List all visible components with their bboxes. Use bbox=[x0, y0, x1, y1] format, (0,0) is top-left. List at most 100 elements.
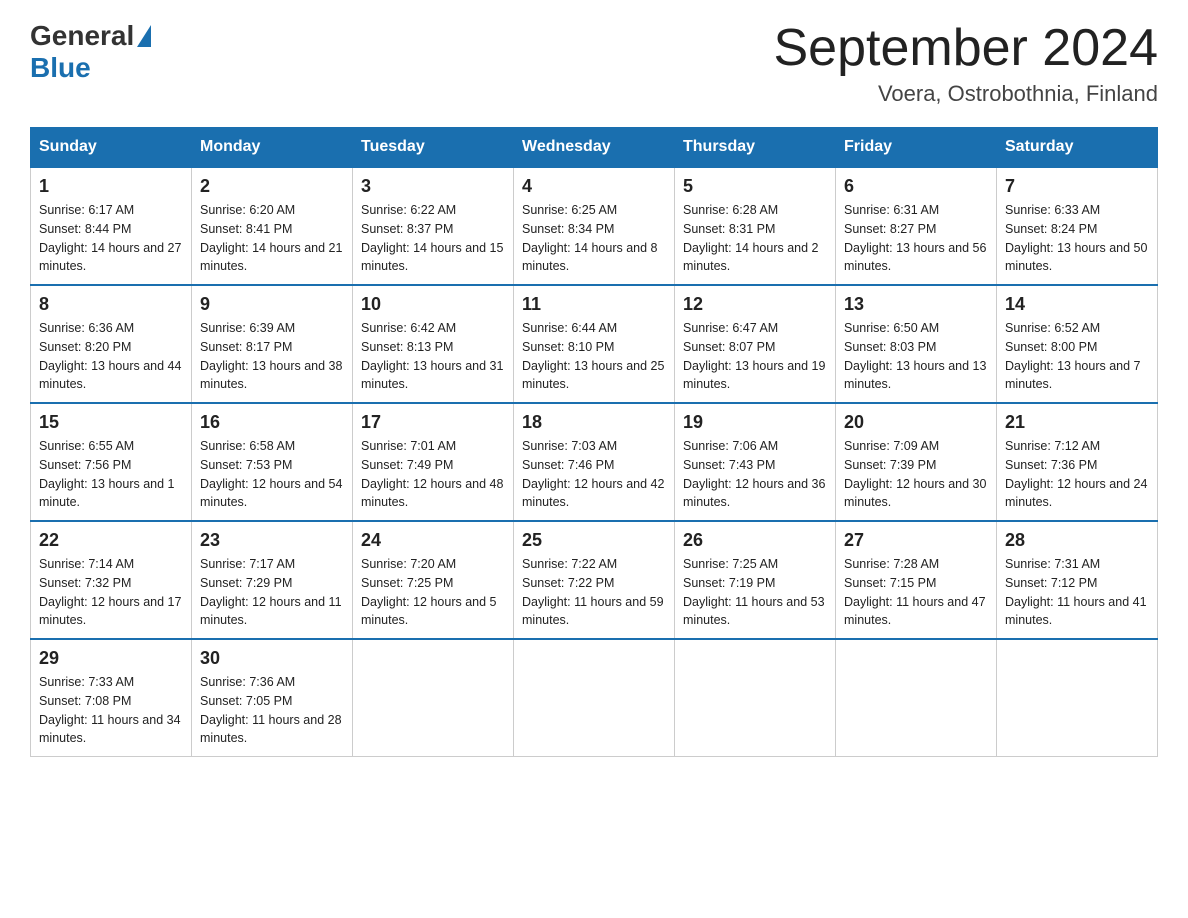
location-title: Voera, Ostrobothnia, Finland bbox=[774, 81, 1159, 107]
day-info: Sunrise: 7:03 AMSunset: 7:46 PMDaylight:… bbox=[522, 437, 666, 512]
calendar-day-cell: 28 Sunrise: 7:31 AMSunset: 7:12 PMDayligh… bbox=[997, 521, 1158, 639]
calendar-day-cell: 16Sunrise: 6:58 AMSunset: 7:53 PMDayligh… bbox=[192, 403, 353, 521]
day-number: 18 bbox=[522, 412, 666, 433]
calendar-day-cell bbox=[353, 639, 514, 757]
day-number: 20 bbox=[844, 412, 988, 433]
day-info: Sunrise: 6:33 AMSunset: 8:24 PMDaylight:… bbox=[1005, 201, 1149, 276]
calendar-day-cell bbox=[514, 639, 675, 757]
calendar-day-cell: 21 Sunrise: 7:12 AMSunset: 7:36 PMDayligh… bbox=[997, 403, 1158, 521]
calendar-header-monday: Monday bbox=[192, 128, 353, 168]
calendar-day-cell: 10 Sunrise: 6:42 AMSunset: 8:13 PMDayligh… bbox=[353, 285, 514, 403]
day-info: Sunrise: 7:28 AMSunset: 7:15 PMDaylight:… bbox=[844, 555, 988, 630]
calendar-day-cell: 17Sunrise: 7:01 AMSunset: 7:49 PMDayligh… bbox=[353, 403, 514, 521]
page-header: General Blue September 2024 Voera, Ostro… bbox=[30, 20, 1158, 107]
day-info: Sunrise: 6:39 AMSunset: 8:17 PMDaylight:… bbox=[200, 319, 344, 394]
day-number: 23 bbox=[200, 530, 344, 551]
day-number: 4 bbox=[522, 176, 666, 197]
day-info: Sunrise: 6:50 AMSunset: 8:03 PMDaylight:… bbox=[844, 319, 988, 394]
calendar-week-row: 8 Sunrise: 6:36 AMSunset: 8:20 PMDaylight… bbox=[31, 285, 1158, 403]
day-number: 7 bbox=[1005, 176, 1149, 197]
day-info: Sunrise: 7:09 AMSunset: 7:39 PMDaylight:… bbox=[844, 437, 988, 512]
day-info: Sunrise: 6:42 AMSunset: 8:13 PMDaylight:… bbox=[361, 319, 505, 394]
day-info: Sunrise: 7:14 AMSunset: 7:32 PMDaylight:… bbox=[39, 555, 183, 630]
day-number: 10 bbox=[361, 294, 505, 315]
calendar-day-cell: 5Sunrise: 6:28 AMSunset: 8:31 PMDaylight… bbox=[675, 167, 836, 285]
day-number: 3 bbox=[361, 176, 505, 197]
day-number: 8 bbox=[39, 294, 183, 315]
calendar-header-sunday: Sunday bbox=[31, 128, 192, 168]
calendar-day-cell: 26 Sunrise: 7:25 AMSunset: 7:19 PMDayligh… bbox=[675, 521, 836, 639]
calendar-day-cell: 3Sunrise: 6:22 AMSunset: 8:37 PMDaylight… bbox=[353, 167, 514, 285]
calendar-day-cell: 11 Sunrise: 6:44 AMSunset: 8:10 PMDayligh… bbox=[514, 285, 675, 403]
calendar-day-cell: 20 Sunrise: 7:09 AMSunset: 7:39 PMDayligh… bbox=[836, 403, 997, 521]
calendar-day-cell: 6Sunrise: 6:31 AMSunset: 8:27 PMDaylight… bbox=[836, 167, 997, 285]
calendar-day-cell: 23Sunrise: 7:17 AMSunset: 7:29 PMDayligh… bbox=[192, 521, 353, 639]
day-number: 14 bbox=[1005, 294, 1149, 315]
day-number: 5 bbox=[683, 176, 827, 197]
calendar-day-cell: 15Sunrise: 6:55 AMSunset: 7:56 PMDayligh… bbox=[31, 403, 192, 521]
day-info: Sunrise: 6:47 AMSunset: 8:07 PMDaylight:… bbox=[683, 319, 827, 394]
day-number: 15 bbox=[39, 412, 183, 433]
calendar-header-thursday: Thursday bbox=[675, 128, 836, 168]
title-section: September 2024 Voera, Ostrobothnia, Finl… bbox=[774, 20, 1159, 107]
day-info: Sunrise: 6:44 AMSunset: 8:10 PMDaylight:… bbox=[522, 319, 666, 394]
day-info: Sunrise: 7:31 AMSunset: 7:12 PMDaylight:… bbox=[1005, 555, 1149, 630]
day-info: Sunrise: 6:17 AMSunset: 8:44 PMDaylight:… bbox=[39, 201, 183, 276]
day-info: Sunrise: 6:20 AMSunset: 8:41 PMDaylight:… bbox=[200, 201, 344, 276]
day-info: Sunrise: 7:20 AMSunset: 7:25 PMDaylight:… bbox=[361, 555, 505, 630]
logo-blue-text: Blue bbox=[30, 52, 91, 84]
day-number: 2 bbox=[200, 176, 344, 197]
day-info: Sunrise: 7:36 AMSunset: 7:05 PMDaylight:… bbox=[200, 673, 344, 748]
calendar-day-cell: 14 Sunrise: 6:52 AMSunset: 8:00 PMDayligh… bbox=[997, 285, 1158, 403]
calendar-day-cell: 19 Sunrise: 7:06 AMSunset: 7:43 PMDayligh… bbox=[675, 403, 836, 521]
day-number: 26 bbox=[683, 530, 827, 551]
day-number: 29 bbox=[39, 648, 183, 669]
calendar-day-cell: 18 Sunrise: 7:03 AMSunset: 7:46 PMDayligh… bbox=[514, 403, 675, 521]
day-number: 27 bbox=[844, 530, 988, 551]
logo: General Blue bbox=[30, 20, 153, 84]
day-info: Sunrise: 7:25 AMSunset: 7:19 PMDaylight:… bbox=[683, 555, 827, 630]
logo-triangle-icon bbox=[137, 25, 151, 47]
day-info: Sunrise: 7:22 AMSunset: 7:22 PMDaylight:… bbox=[522, 555, 666, 630]
day-number: 1 bbox=[39, 176, 183, 197]
calendar-day-cell: 7 Sunrise: 6:33 AMSunset: 8:24 PMDaylight… bbox=[997, 167, 1158, 285]
day-info: Sunrise: 7:06 AMSunset: 7:43 PMDaylight:… bbox=[683, 437, 827, 512]
day-number: 19 bbox=[683, 412, 827, 433]
calendar-day-cell bbox=[675, 639, 836, 757]
calendar-week-row: 1 Sunrise: 6:17 AMSunset: 8:44 PMDaylight… bbox=[31, 167, 1158, 285]
calendar-table: SundayMondayTuesdayWednesdayThursdayFrid… bbox=[30, 127, 1158, 757]
calendar-day-cell: 4Sunrise: 6:25 AMSunset: 8:34 PMDaylight… bbox=[514, 167, 675, 285]
calendar-day-cell: 22Sunrise: 7:14 AMSunset: 7:32 PMDayligh… bbox=[31, 521, 192, 639]
day-number: 21 bbox=[1005, 412, 1149, 433]
calendar-header-friday: Friday bbox=[836, 128, 997, 168]
calendar-week-row: 15Sunrise: 6:55 AMSunset: 7:56 PMDayligh… bbox=[31, 403, 1158, 521]
day-number: 6 bbox=[844, 176, 988, 197]
day-number: 9 bbox=[200, 294, 344, 315]
day-info: Sunrise: 6:36 AMSunset: 8:20 PMDaylight:… bbox=[39, 319, 183, 394]
day-info: Sunrise: 7:01 AMSunset: 7:49 PMDaylight:… bbox=[361, 437, 505, 512]
calendar-day-cell: 2 Sunrise: 6:20 AMSunset: 8:41 PMDaylight… bbox=[192, 167, 353, 285]
calendar-week-row: 22Sunrise: 7:14 AMSunset: 7:32 PMDayligh… bbox=[31, 521, 1158, 639]
calendar-day-cell: 13 Sunrise: 6:50 AMSunset: 8:03 PMDayligh… bbox=[836, 285, 997, 403]
calendar-day-cell: 30Sunrise: 7:36 AMSunset: 7:05 PMDayligh… bbox=[192, 639, 353, 757]
month-title: September 2024 bbox=[774, 20, 1159, 77]
day-number: 12 bbox=[683, 294, 827, 315]
calendar-day-cell: 27 Sunrise: 7:28 AMSunset: 7:15 PMDayligh… bbox=[836, 521, 997, 639]
calendar-day-cell bbox=[997, 639, 1158, 757]
calendar-day-cell: 29 Sunrise: 7:33 AMSunset: 7:08 PMDayligh… bbox=[31, 639, 192, 757]
calendar-day-cell: 8 Sunrise: 6:36 AMSunset: 8:20 PMDaylight… bbox=[31, 285, 192, 403]
calendar-week-row: 29 Sunrise: 7:33 AMSunset: 7:08 PMDayligh… bbox=[31, 639, 1158, 757]
calendar-day-cell: 9 Sunrise: 6:39 AMSunset: 8:17 PMDaylight… bbox=[192, 285, 353, 403]
logo-general-text: General bbox=[30, 20, 134, 52]
day-number: 13 bbox=[844, 294, 988, 315]
calendar-day-cell: 1 Sunrise: 6:17 AMSunset: 8:44 PMDaylight… bbox=[31, 167, 192, 285]
calendar-day-cell: 12 Sunrise: 6:47 AMSunset: 8:07 PMDayligh… bbox=[675, 285, 836, 403]
day-number: 24 bbox=[361, 530, 505, 551]
day-number: 28 bbox=[1005, 530, 1149, 551]
calendar-header-saturday: Saturday bbox=[997, 128, 1158, 168]
day-number: 11 bbox=[522, 294, 666, 315]
day-info: Sunrise: 7:12 AMSunset: 7:36 PMDaylight:… bbox=[1005, 437, 1149, 512]
calendar-header-wednesday: Wednesday bbox=[514, 128, 675, 168]
day-info: Sunrise: 7:33 AMSunset: 7:08 PMDaylight:… bbox=[39, 673, 183, 748]
day-info: Sunrise: 6:52 AMSunset: 8:00 PMDaylight:… bbox=[1005, 319, 1149, 394]
